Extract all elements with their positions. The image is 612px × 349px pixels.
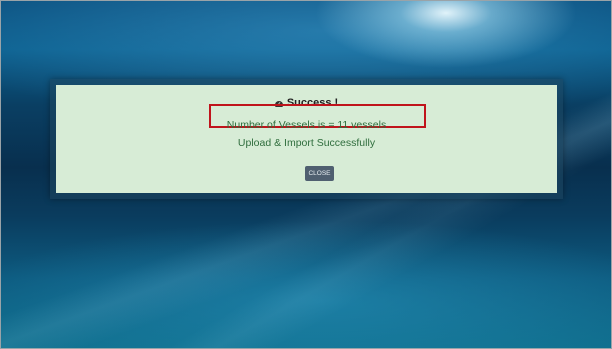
underwater-background: ✓ Success ! Number of Vessels is = 11 ves… [0, 0, 612, 349]
close-button[interactable]: CLOSE [305, 166, 334, 181]
success-dialog: ✓ Success ! Number of Vessels is = 11 ves… [56, 85, 557, 193]
vessel-count-message: Number of Vessels is = 11 vessels [226, 119, 387, 131]
modal-overlay: ✓ Success ! Number of Vessels is = 11 ves… [50, 79, 563, 199]
upload-status-message: Upload & Import Successfully [237, 137, 376, 149]
